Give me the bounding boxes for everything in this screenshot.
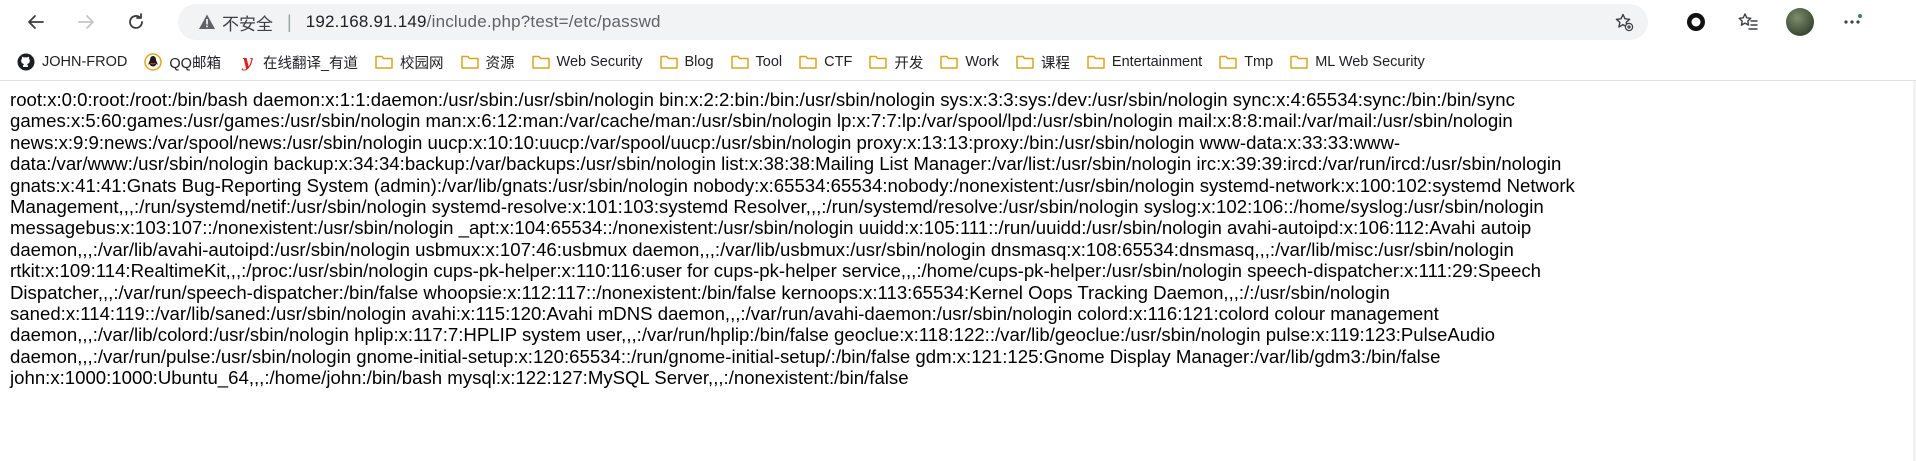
bookmark-label: 资源: [485, 55, 515, 72]
bookmark-label: 课程: [1040, 55, 1070, 72]
address-bar[interactable]: 不安全 | 192.168.91.149/include.php?test=/e…: [178, 4, 1648, 40]
bookmark-folder-courses[interactable]: 课程: [1009, 48, 1077, 76]
bookmark-label: Tool: [755, 54, 783, 70]
favorites-button[interactable]: [1722, 2, 1774, 42]
bookmark-label: Web Security: [556, 54, 643, 70]
content-line: rtkit:x:109:114:RealtimeKit,,,:/proc:/us…: [10, 260, 1541, 282]
back-button[interactable]: [16, 2, 56, 42]
content-line: daemon,,,:/var/lib/colord:/usr/sbin/nolo…: [10, 324, 1495, 346]
content-line: Dispatcher,,,:/var/run/speech-dispatcher…: [10, 281, 1390, 303]
url-host: 192.168.91.149: [305, 12, 427, 31]
youdao-icon: y: [242, 52, 252, 72]
forward-arrow-icon: [78, 15, 94, 29]
folder-icon: [375, 53, 393, 71]
extension-circle-icon: [1687, 13, 1705, 31]
bookmark-folder-ml-web-security[interactable]: ML Web Security: [1283, 48, 1432, 76]
content-line: daemon,,,:/var/run/pulse:/usr/sbin/nolog…: [10, 345, 1441, 367]
folder-icon: [460, 53, 479, 71]
content-line: gnats:x:41:41:Gnats Bug-Reporting System…: [10, 174, 1575, 196]
folder-icon: [799, 53, 817, 71]
url-text[interactable]: 192.168.91.149/include.php?test=/etc/pas…: [306, 12, 661, 32]
bookmarks-bar: JOHN-FROD QQ邮箱 y 在线翻译_有道 校园网 资源 Web Secu…: [0, 44, 1916, 81]
bookmark-youdao[interactable]: y 在线翻译_有道: [231, 48, 365, 76]
folder-icon: [1219, 53, 1237, 71]
bookmark-qq-mail[interactable]: QQ邮箱: [137, 48, 228, 76]
content-line: news:x:9:9:news:/var/spool/news:/usr/sbi…: [10, 131, 1401, 153]
page-content: root:x:0:0:root:/root:/bin/bash daemon:x…: [0, 81, 1900, 389]
content-line: saned:x:114:119::/var/lib/saned:/usr/sbi…: [10, 303, 1439, 325]
bookmark-label: Tmp: [1244, 54, 1274, 70]
content-line: games:x:5:60:games:/usr/games:/usr/sbin/…: [10, 110, 1513, 132]
folder-icon: [940, 53, 959, 71]
bookmark-label: Work: [965, 54, 999, 70]
folder-icon: [869, 53, 888, 71]
bookmark-folder-campus[interactable]: 校园网: [368, 48, 451, 76]
content-line: messagebus:x:103:107::/nonexistent:/usr/…: [10, 217, 1532, 239]
url-path: /include.php?test=/etc/passwd: [426, 12, 661, 31]
bookmark-folder-resources[interactable]: 资源: [454, 48, 522, 76]
bookmark-label: 校园网: [400, 55, 444, 72]
bookmark-label: CTF: [824, 54, 853, 70]
bookmark-folder-work[interactable]: Work: [933, 48, 1006, 76]
more-menu-button[interactable]: [1826, 2, 1878, 42]
extension-button[interactable]: [1670, 2, 1722, 42]
content-line: daemon,,,:/var/lib/avahi-autoipd:/usr/sb…: [10, 238, 1514, 260]
bookmark-label: 在线翻译_有道: [262, 55, 359, 72]
profile-button[interactable]: [1774, 2, 1826, 42]
folder-icon: [730, 53, 749, 71]
folder-icon: [1016, 53, 1034, 71]
bookmark-folder-tmp[interactable]: Tmp: [1212, 48, 1280, 76]
bookmark-label: ML Web Security: [1315, 54, 1425, 70]
more-dots-icon: [1844, 14, 1862, 24]
bookmark-john-frod[interactable]: JOHN-FROD: [10, 48, 134, 76]
avatar: [1786, 8, 1814, 36]
refresh-button[interactable]: [116, 2, 156, 42]
bookmark-label: Blog: [684, 54, 714, 70]
bookmark-label: QQ邮箱: [169, 55, 221, 72]
security-label[interactable]: 不安全: [222, 10, 273, 35]
bookmark-label: JOHN-FROD: [42, 54, 128, 70]
bookmark-folder-ctf[interactable]: CTF: [792, 48, 859, 76]
bookmark-folder-blog[interactable]: Blog: [653, 48, 721, 76]
bookmark-label: 开发: [894, 55, 924, 72]
bookmark-folder-tool[interactable]: Tool: [724, 48, 790, 76]
folder-icon: [659, 53, 678, 71]
back-arrow-icon: [28, 15, 44, 29]
bookmark-folder-web-security[interactable]: Web Security: [525, 48, 650, 76]
address-separator: |: [287, 11, 292, 32]
bookmark-folder-entertainment[interactable]: Entertainment: [1080, 48, 1209, 76]
toolbar-right-buttons: [1670, 0, 1878, 44]
warning-icon[interactable]: [198, 13, 216, 31]
content-line: root:x:0:0:root:/root:/bin/bash daemon:x…: [10, 89, 1515, 110]
folder-icon: [531, 53, 550, 71]
add-favorite-icon[interactable]: [1614, 12, 1634, 32]
content-line: data:/var/www:/usr/sbin/nologin backup:x…: [10, 153, 1562, 175]
qq-mail-icon: [144, 53, 163, 71]
forward-button[interactable]: [66, 2, 106, 42]
browser-toolbar: 不安全 | 192.168.91.149/include.php?test=/e…: [0, 0, 1916, 44]
content-line: john:x:1000:1000:Ubuntu_64,,,:/home/john…: [10, 367, 909, 389]
bookmark-label: Entertainment: [1111, 54, 1203, 70]
github-icon: [17, 53, 35, 71]
folder-icon: [1087, 53, 1105, 71]
favorites-star-icon: [1738, 13, 1758, 30]
bookmark-folder-dev[interactable]: 开发: [862, 48, 930, 76]
content-line: Management,,,:/run/systemd/netif:/usr/sb…: [10, 196, 1544, 218]
refresh-icon: [129, 13, 143, 29]
folder-icon: [1290, 53, 1308, 71]
